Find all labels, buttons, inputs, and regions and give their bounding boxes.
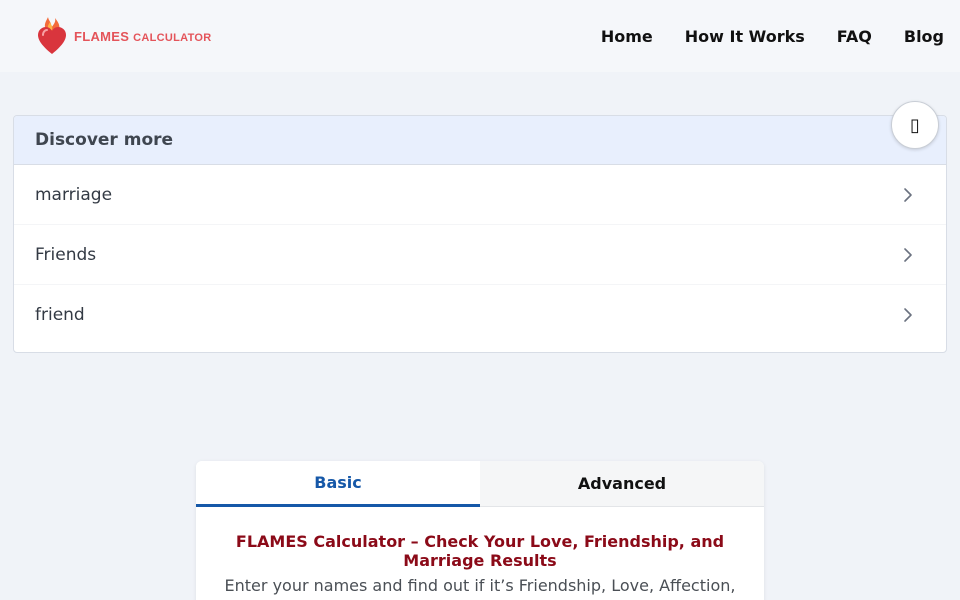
discover-item-friends[interactable]: Friends xyxy=(14,225,946,285)
site-header: FLAMES CALCULATOR Home How It Works FAQ … xyxy=(0,0,960,72)
discover-item-label: Friends xyxy=(35,244,97,265)
chevron-right-icon xyxy=(904,187,912,202)
calculator-title: FLAMES Calculator – Check Your Love, Fri… xyxy=(235,532,725,570)
nav-faq-link[interactable]: FAQ xyxy=(837,27,872,46)
main-nav: Home How It Works FAQ Blog xyxy=(601,0,944,72)
logo-text-flames: FLAMES xyxy=(74,28,134,44)
nav-home-link[interactable]: Home xyxy=(601,27,653,46)
tab-basic[interactable]: Basic xyxy=(196,461,480,507)
chevron-right-icon xyxy=(904,308,912,322)
calculator-tabs: Basic Advanced xyxy=(196,461,764,507)
tab-advanced[interactable]: Advanced xyxy=(480,461,764,507)
logo-text-calculator: CALCULATOR xyxy=(133,31,212,44)
discover-more-title: Discover more xyxy=(35,130,174,150)
flaming-heart-logo-icon xyxy=(38,17,66,54)
nav-blog-link[interactable]: Blog xyxy=(904,27,944,46)
flames-calculator-card: Basic Advanced FLAMES Calculator – Check… xyxy=(196,461,764,600)
discover-more-panel: Discover more marriage Friends friend xyxy=(13,115,947,353)
logo-wordmark: FLAMES CALCULATOR xyxy=(74,29,212,44)
chevron-right-icon xyxy=(904,247,912,262)
discover-more-header: Discover more xyxy=(14,116,946,165)
site-logo[interactable]: FLAMES CALCULATOR xyxy=(36,16,212,56)
placeholder-glyph-icon: ▯ xyxy=(910,114,920,136)
discover-item-friend[interactable]: friend xyxy=(14,285,946,345)
calculator-description: Enter your names and find out if it’s Fr… xyxy=(224,576,736,595)
discover-item-marriage[interactable]: marriage xyxy=(14,165,946,225)
nav-how-it-works-link[interactable]: How It Works xyxy=(685,27,805,46)
discover-item-label: friend xyxy=(35,305,85,325)
floating-action-button[interactable]: ▯ xyxy=(891,101,939,149)
discover-item-label: marriage xyxy=(35,184,113,205)
calculator-body: FLAMES Calculator – Check Your Love, Fri… xyxy=(196,507,764,596)
